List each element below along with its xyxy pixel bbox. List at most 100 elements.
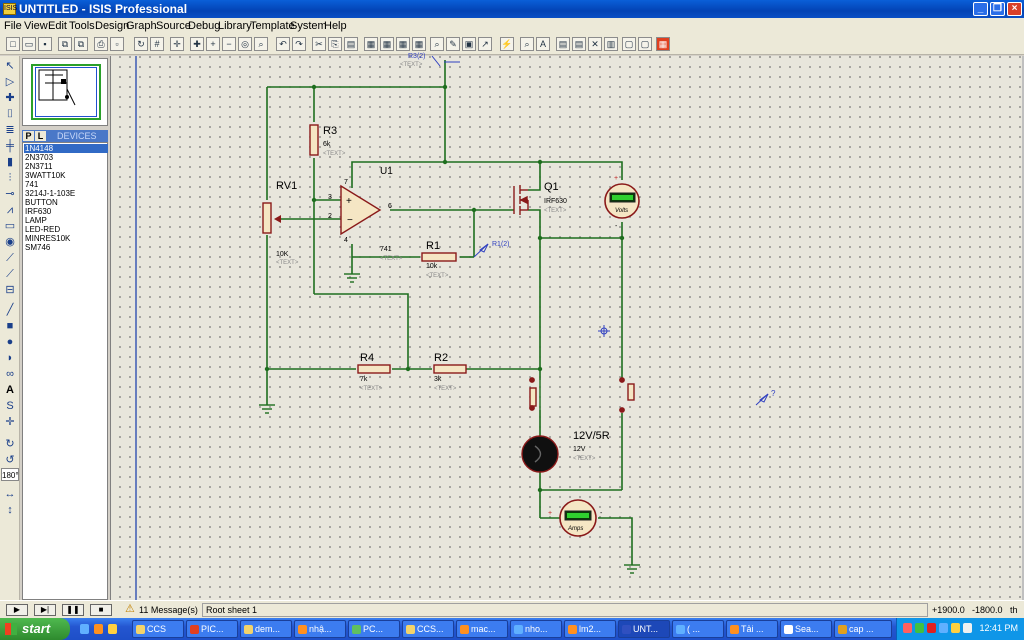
print-icon[interactable]: ⎙ [94,37,108,51]
task-button[interactable]: CCS [132,620,184,638]
graph-icon[interactable]: ⩘ [3,204,17,217]
list-item[interactable]: 2N3711 [24,162,108,171]
junction-icon[interactable]: ✚ [3,92,17,105]
import-icon[interactable]: ⧉ [58,37,72,51]
zoom-all-icon[interactable]: ◎ [238,37,252,51]
menu-view[interactable]: View [24,20,48,32]
zoom-in-icon[interactable]: + [206,37,220,51]
redo-icon[interactable]: ↷ [292,37,306,51]
path-icon[interactable]: ∞ [3,368,17,381]
search-icon[interactable]: ⌕ [520,37,534,51]
terminal-icon[interactable]: ⫶ [3,172,17,185]
arc-icon[interactable]: ◗ [3,352,17,365]
task-button[interactable]: Tải ... [726,620,778,638]
block-rotate-icon[interactable]: ▦ [396,37,410,51]
task-button[interactable]: PIC... [186,620,238,638]
new-sheet-icon[interactable]: ▤ [556,37,570,51]
menu-tools[interactable]: Tools [69,20,95,32]
origin-icon[interactable]: ✛ [170,37,184,51]
message-count[interactable]: 11 Message(s) [139,605,198,615]
paste-icon[interactable]: ▤ [344,37,358,51]
clock[interactable]: 12:41 PM [979,623,1018,633]
netlist-icon[interactable]: ▢ [638,37,652,51]
zoom-out-icon[interactable]: − [222,37,236,51]
subcircuit-icon[interactable]: ▮ [3,156,17,169]
ares-icon[interactable]: ▦ [656,37,670,51]
line-icon[interactable]: ╱ [3,304,17,317]
rotate-cw-icon[interactable]: ↻ [3,438,17,451]
symbol-icon[interactable]: S [3,400,17,413]
mirror-horizontal-icon[interactable]: ↔ [3,488,17,501]
current-probe-icon[interactable]: ⟋ [3,268,17,281]
schematic-canvas[interactable] [110,56,1022,600]
library-manager-button[interactable]: L [35,131,46,141]
task-button[interactable]: dem... [240,620,292,638]
rotation-angle-field[interactable]: 180° [1,468,19,481]
close-button[interactable]: × [1007,2,1022,16]
pan-icon[interactable]: ✚ [190,37,204,51]
task-button[interactable]: CCS... [402,620,454,638]
task-button[interactable]: PC... [348,620,400,638]
setarea-icon[interactable]: ▫ [110,37,124,51]
step-button[interactable]: ▶| [34,604,56,616]
save-icon[interactable]: ▪ [38,37,52,51]
menu-debug[interactable]: Debug [188,20,220,32]
undo-icon[interactable]: ↶ [276,37,290,51]
open-icon[interactable]: ▭ [22,37,36,51]
tray-icon[interactable] [915,623,924,633]
tray-icon[interactable] [963,623,972,633]
packaging-icon[interactable]: ▣ [462,37,476,51]
grid-icon[interactable]: # [150,37,164,51]
menu-edit[interactable]: Edit [48,20,67,32]
zoom-area-icon[interactable]: ⌕ [254,37,268,51]
list-item[interactable]: MINRES10K [24,234,108,243]
generator-icon[interactable]: ◉ [3,236,17,249]
wire-label-icon[interactable]: ⌷ [3,108,17,121]
pause-button[interactable]: ❚❚ [62,604,84,616]
task-button-active[interactable]: UNT... [618,620,670,638]
marker-icon[interactable]: ✛ [3,416,17,429]
play-button[interactable]: ▶ [6,604,28,616]
circle-icon[interactable]: ● [3,336,17,349]
tray-icon[interactable] [927,623,936,633]
list-item[interactable]: 2N3703 [24,153,108,162]
maximize-button[interactable]: ❐ [990,2,1005,16]
task-button[interactable]: ( ... [672,620,724,638]
task-button[interactable]: nho... [510,620,562,638]
bill-of-materials-icon[interactable]: ▥ [604,37,618,51]
cut-icon[interactable]: ✂ [312,37,326,51]
quicklaunch-firefox-icon[interactable] [94,624,103,634]
menu-template[interactable]: Template [250,20,295,32]
menu-help[interactable]: Help [324,20,347,32]
list-item[interactable]: SM746 [24,243,108,252]
block-delete-icon[interactable]: ▦ [412,37,426,51]
copy-icon[interactable]: ⎘ [328,37,342,51]
list-item[interactable]: BUTTON [24,198,108,207]
minimize-button[interactable]: _ [973,2,988,16]
electrical-rules-icon[interactable]: ▢ [622,37,636,51]
tray-icon[interactable] [939,623,948,633]
wire-autoroute-icon[interactable]: ⚡ [500,37,514,51]
task-button[interactable]: Sea... [780,620,832,638]
list-item[interactable]: 741 [24,180,108,189]
make-device-icon[interactable]: ✎ [446,37,460,51]
menu-design[interactable]: Design [95,20,129,32]
rotate-ccw-icon[interactable]: ↺ [3,454,17,467]
menu-library[interactable]: Library [218,20,252,32]
menu-file[interactable]: File [4,20,22,32]
mirror-vertical-icon[interactable]: ↕ [3,504,17,517]
block-copy-icon[interactable]: ▦ [364,37,378,51]
task-button[interactable]: nhậ... [294,620,346,638]
new-icon[interactable]: □ [6,37,20,51]
box-icon[interactable]: ■ [3,320,17,333]
component-mode-icon[interactable]: ▷ [3,76,17,89]
pick-devices-button[interactable]: P [23,131,34,141]
list-item[interactable]: 1N4148 [24,144,108,154]
remove-sheet-icon[interactable]: ▤ [572,37,586,51]
property-assign-icon[interactable]: A [536,37,550,51]
tray-icon[interactable] [951,623,960,633]
block-move-icon[interactable]: ▦ [380,37,394,51]
refresh-icon[interactable]: ↻ [134,37,148,51]
stop-button[interactable]: ■ [90,604,112,616]
decompose-icon[interactable]: ↗ [478,37,492,51]
